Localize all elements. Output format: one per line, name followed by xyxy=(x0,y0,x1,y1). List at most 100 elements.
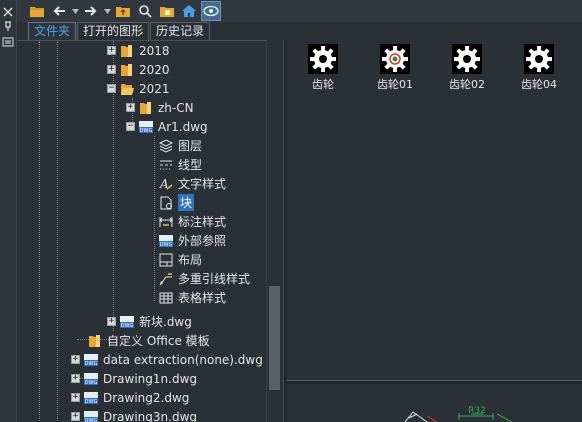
expand-toggle[interactable]: + xyxy=(71,393,80,402)
preview-icon xyxy=(203,5,219,17)
expand-toggle[interactable]: + xyxy=(71,374,80,383)
tree-item-mleader[interactable]: 多重引线样式 xyxy=(158,269,250,288)
tree-item-textstyle[interactable]: A 文字样式 xyxy=(158,174,226,193)
block-tile[interactable]: 齿轮04 xyxy=(511,44,567,92)
folder-icon xyxy=(121,63,132,76)
dwg-file-icon: DWG xyxy=(139,120,153,134)
folder-icon xyxy=(121,44,132,57)
block-tile[interactable]: 齿轮02 xyxy=(439,44,495,92)
search-icon xyxy=(139,5,152,18)
tree-item-blocks[interactable]: 块 xyxy=(158,193,195,212)
tree-item-label: 表格样式 xyxy=(178,291,227,305)
tab-history[interactable]: 历史记录 xyxy=(150,22,211,40)
back-icon xyxy=(53,6,65,16)
tree-item-label: 图层 xyxy=(178,139,203,153)
tree-item-2021[interactable]: − 2021 xyxy=(107,79,170,98)
tree-item-drawing3n-dwg[interactable]: + DWG Drawing3n.dwg xyxy=(71,407,197,422)
tree-item-tablestyle[interactable]: 表格样式 xyxy=(158,288,226,307)
expand-toggle[interactable]: + xyxy=(71,355,80,364)
block-thumbnail xyxy=(380,44,410,74)
left-gutter xyxy=(0,0,17,422)
chevron-down-icon xyxy=(103,8,111,14)
tree-item-label: 线型 xyxy=(178,158,203,172)
block-tile[interactable]: 齿轮 xyxy=(295,44,351,92)
expand-toggle[interactable]: + xyxy=(107,317,116,326)
tree-item-layers[interactable]: 图层 xyxy=(158,136,202,155)
block-thumbnail xyxy=(308,44,338,74)
tree-item-label: Ar1.dwg xyxy=(158,119,208,134)
tree-item-ar1-dwg[interactable]: − DWG Ar1.dwg xyxy=(126,117,208,136)
forward-icon xyxy=(85,6,97,16)
block-tile[interactable]: 齿轮01 xyxy=(367,44,423,92)
expand-toggle[interactable]: + xyxy=(107,65,116,74)
gear-icon xyxy=(454,46,480,72)
layout-icon xyxy=(159,253,173,266)
collapse-toggle[interactable]: − xyxy=(107,84,116,93)
back-button[interactable] xyxy=(49,1,69,21)
dimension-style-icon xyxy=(159,216,173,227)
dwg-file-icon: DWG xyxy=(84,410,98,422)
gear-icon xyxy=(526,46,552,72)
svg-text:DWG: DWG xyxy=(160,242,173,248)
tree-item-layout[interactable]: 布局 xyxy=(158,250,202,269)
tree-item-label: Drawing3n.dwg xyxy=(103,409,198,422)
text-style-icon: A xyxy=(159,177,173,191)
home-button[interactable] xyxy=(179,1,199,21)
block-tile-label: 齿轮 xyxy=(312,78,334,91)
expand-toggle[interactable]: + xyxy=(71,412,80,421)
tree-item-label: 2021 xyxy=(139,81,170,96)
tree-item-label: 多重引线样式 xyxy=(178,272,251,286)
tree-item-label: 自定义 Office 模板 xyxy=(107,334,210,348)
pin-icon[interactable] xyxy=(2,20,14,32)
folder-icon xyxy=(30,7,44,17)
tree-item-2020[interactable]: + 2020 xyxy=(107,60,170,79)
block-thumbnail xyxy=(524,44,554,74)
tree-item-drawing2-dwg[interactable]: + DWG Drawing2.dwg xyxy=(71,388,189,407)
tree-item-label: 标注样式 xyxy=(178,215,227,229)
svg-text:DWG: DWG xyxy=(85,380,98,386)
preview-button[interactable] xyxy=(201,1,221,21)
dwg-file-icon: DWG xyxy=(84,372,98,386)
dwg-file-icon: DWG xyxy=(84,353,98,367)
favorites-button[interactable] xyxy=(157,1,177,21)
tree-item-zh-cn[interactable]: + zh-CN xyxy=(126,98,194,117)
forward-button[interactable] xyxy=(81,1,101,21)
up-button[interactable] xyxy=(113,1,133,21)
gear-icon xyxy=(382,46,408,72)
tree-item-drawing1n-dwg[interactable]: + DWG Drawing1n.dwg xyxy=(71,369,197,388)
back-dropdown[interactable] xyxy=(71,1,79,21)
folder-icon xyxy=(140,101,151,114)
block-icon xyxy=(160,196,172,209)
tree-item-label: 外部参照 xyxy=(178,234,227,248)
table-style-icon xyxy=(159,292,173,303)
expand-toggle[interactable]: + xyxy=(107,46,116,55)
drawing-preview: R32 xyxy=(404,406,513,422)
tree-item-newblock-dwg[interactable]: + DWG 新块.dwg xyxy=(107,312,192,331)
tree-item-xref[interactable]: DWG 外部参照 xyxy=(158,231,226,250)
block-tile-label: 齿轮01 xyxy=(377,78,413,91)
tree-item-label: 块 xyxy=(178,194,195,211)
toolbar xyxy=(17,0,582,22)
block-tile-label: 齿轮02 xyxy=(449,78,485,91)
tree-scrollbar-thumb[interactable] xyxy=(269,286,280,390)
tree-item-data-extraction-dwg[interactable]: + DWG data extraction(none).dwg xyxy=(71,350,263,369)
tree-item-linetype[interactable]: 线型 xyxy=(158,155,202,174)
search-button[interactable] xyxy=(135,1,155,21)
tree-item-label: Drawing2.dwg xyxy=(103,390,190,405)
tree-item-2018[interactable]: + 2018 xyxy=(107,41,170,60)
tree-item-office-templates[interactable]: 自定义 Office 模板 xyxy=(87,331,210,350)
expand-toggle[interactable]: + xyxy=(126,103,135,112)
tab-open-drawings[interactable]: 打开的图形 xyxy=(77,22,150,40)
load-button[interactable] xyxy=(27,1,47,21)
forward-dropdown[interactable] xyxy=(103,1,111,21)
close-icon[interactable] xyxy=(2,6,14,18)
svg-text:DWG: DWG xyxy=(121,323,134,329)
dwg-file-icon: DWG xyxy=(84,391,98,405)
tree-item-dimstyle[interactable]: 标注样式 xyxy=(158,212,226,231)
dwg-file-icon: DWG xyxy=(120,315,134,329)
favorites-icon xyxy=(160,7,174,17)
properties-icon[interactable] xyxy=(2,36,14,48)
collapse-toggle[interactable]: − xyxy=(126,122,135,131)
tree-item-label: 2020 xyxy=(139,62,170,77)
tab-folders[interactable]: 文件夹 xyxy=(28,22,77,40)
